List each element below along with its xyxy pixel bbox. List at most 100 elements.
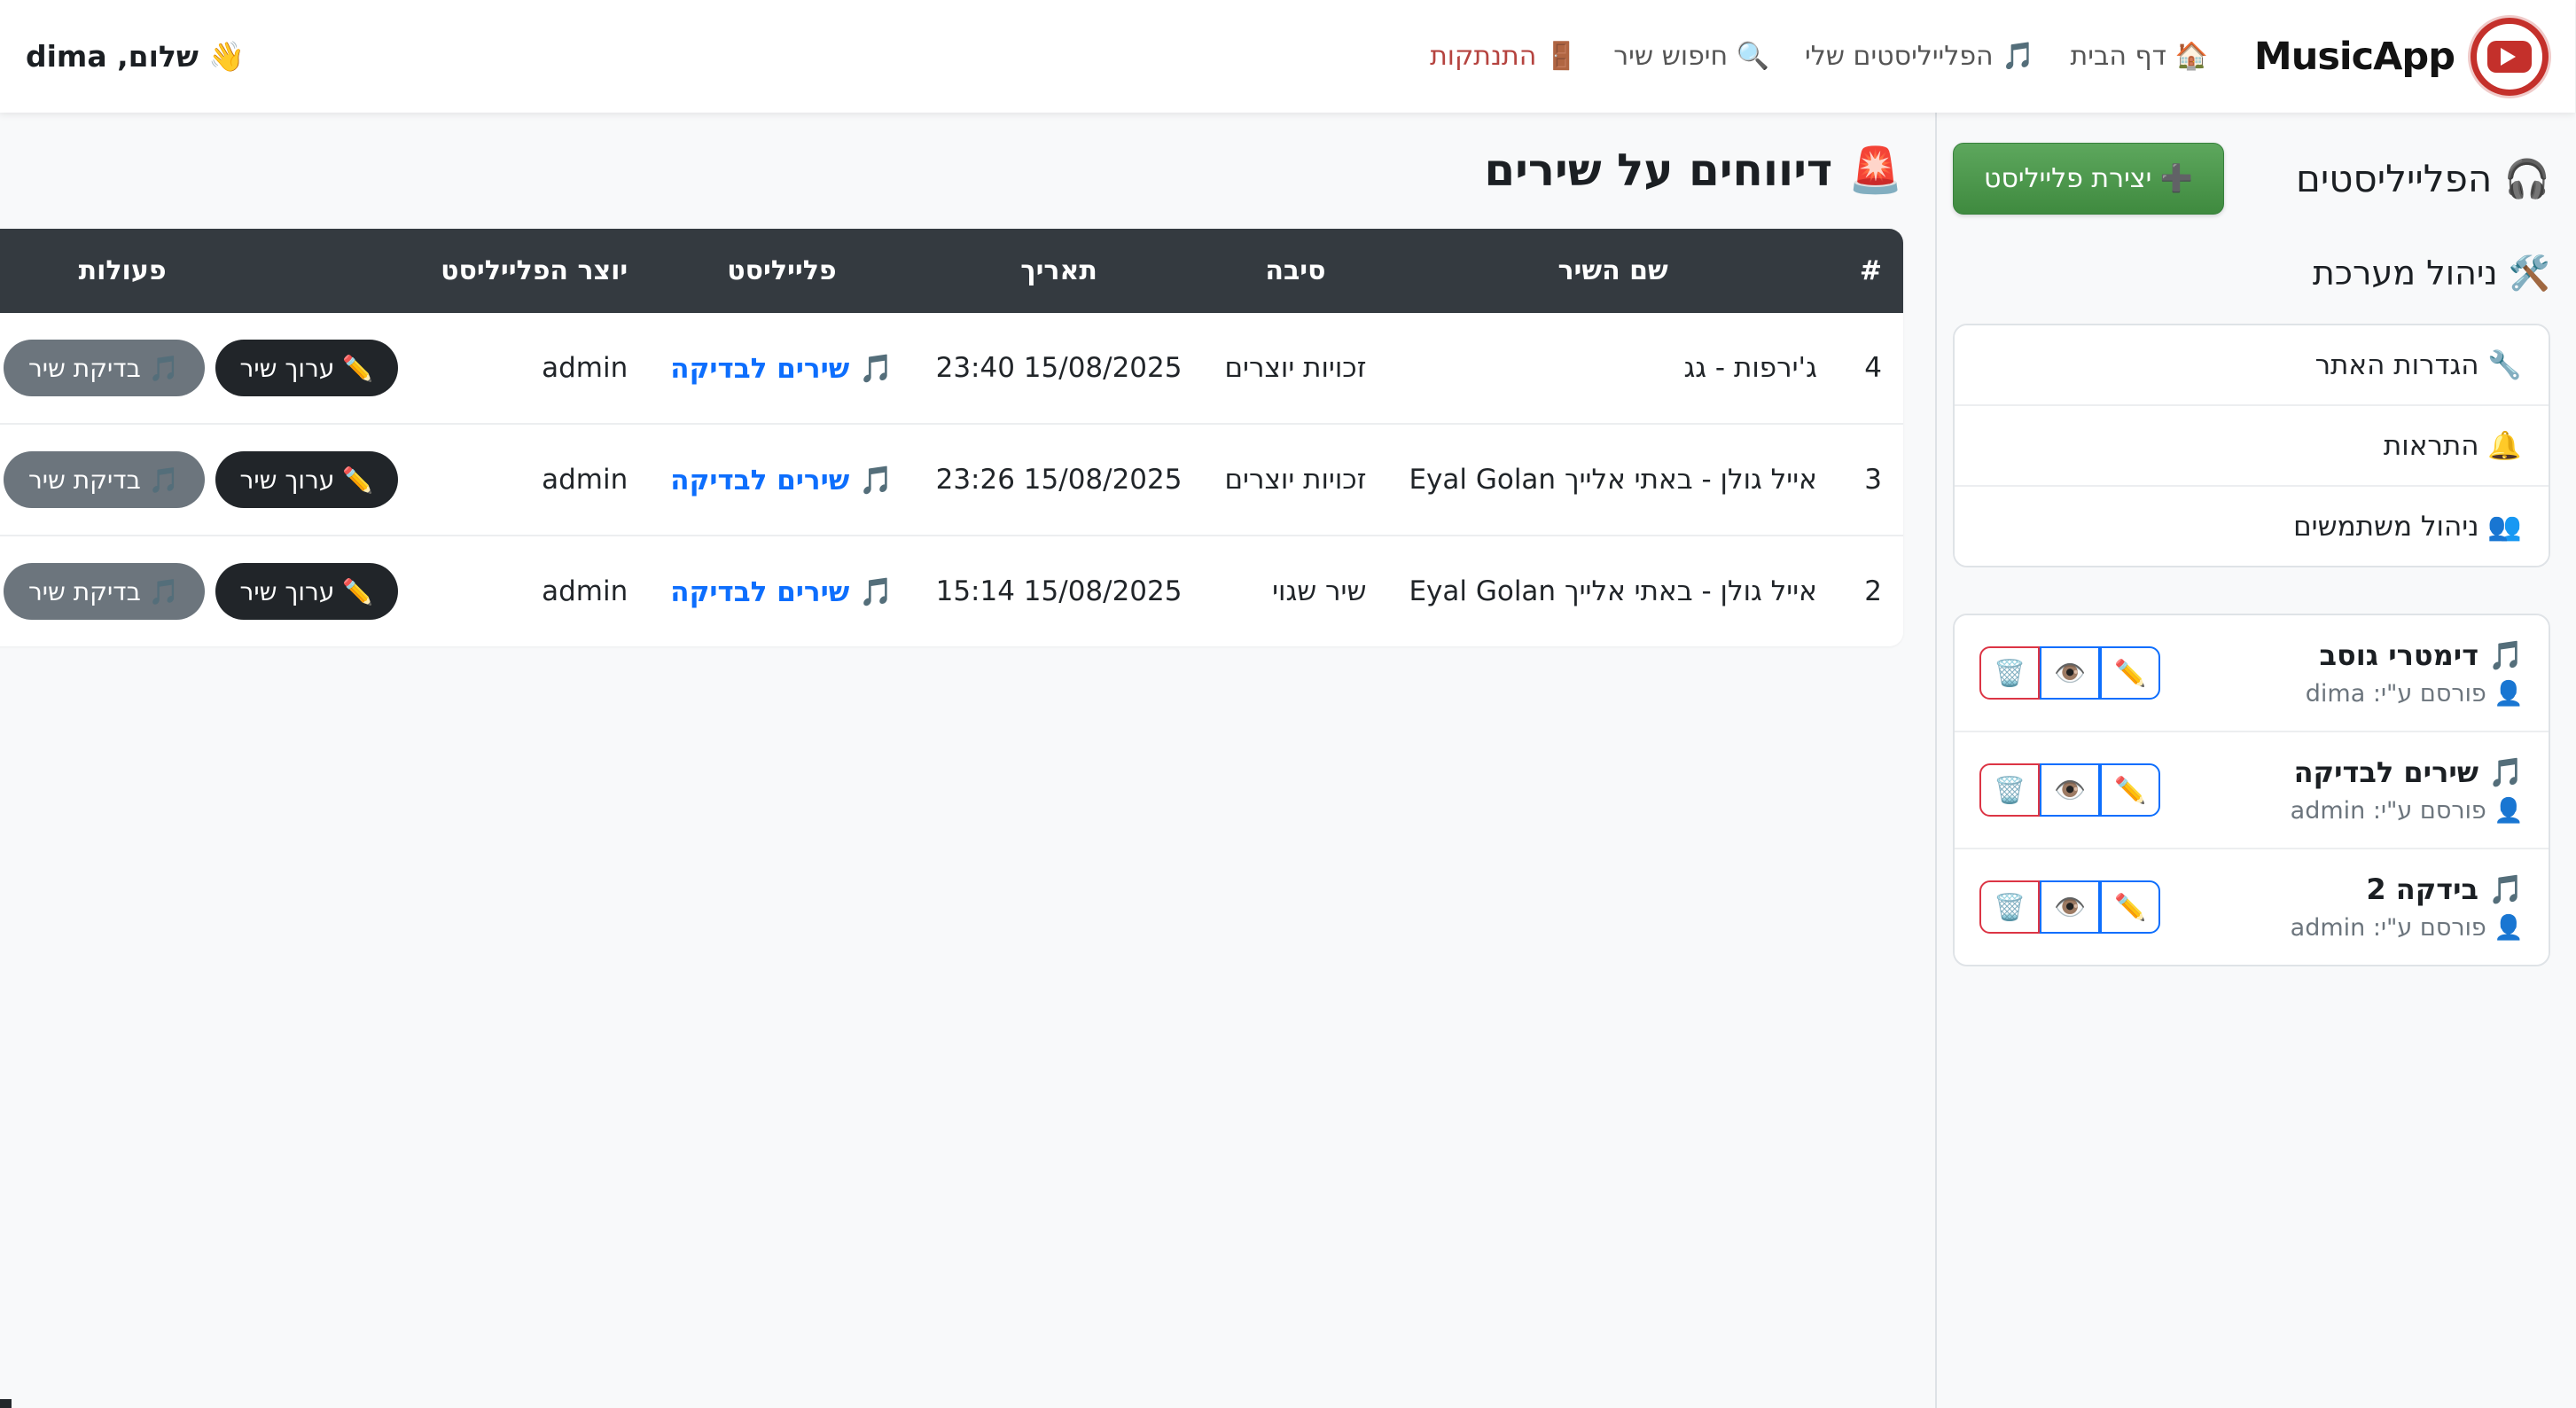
playlists-heading: 🎧 הפלייליסטים — [2297, 157, 2551, 201]
play-icon — [2502, 48, 2517, 66]
report-creator: admin — [420, 313, 650, 423]
view-playlist-button[interactable]: 👁️ — [2041, 763, 2101, 817]
nav-search-song-link[interactable]: 🔍 חיפוש שיר — [1614, 41, 1770, 72]
table-header-row: # שם השיר סיבה תאריך פלייליסט יוצר הפליי… — [0, 229, 1904, 313]
playlist-info: 🎵 שירים לבדיקה 👤 פורסם ע"י: admin — [2291, 755, 2525, 825]
check-song-button[interactable]: 🎵 בדיקת שיר — [4, 563, 206, 620]
playlist-publisher: 👤 פורסם ע"י: admin — [2291, 913, 2525, 942]
menu-item-site-settings[interactable]: 🔧 הגדרות האתר — [1955, 325, 2549, 404]
playlist-actions: 🗑️ 👁️ ✏️ — [1980, 763, 2161, 817]
edit-playlist-button[interactable]: ✏️ — [2101, 646, 2161, 700]
menu-item-alerts[interactable]: 🔔 התראות — [1955, 404, 2549, 485]
playlist-link[interactable]: 🎵 שירים לבדיקה — [671, 353, 894, 385]
reports-table-card: # שם השיר סיבה תאריך פלייליסט יוצר הפליי… — [0, 229, 1904, 646]
app-logo-icon — [2471, 18, 2549, 96]
report-playlist-cell: 🎵 שירים לבדיקה — [650, 535, 915, 646]
report-number: 3 — [1839, 423, 1904, 535]
pencil-icon: ✏️ — [2115, 892, 2147, 923]
playlist-title[interactable]: 🎵 דימטרי גוסב — [2307, 638, 2525, 672]
eye-icon: 👁️ — [2055, 892, 2087, 923]
page-title: 🚨 דיווחים על שירים — [0, 145, 1904, 197]
header-date: תאריך — [916, 229, 1205, 313]
pencil-icon: ✏️ — [2115, 658, 2147, 689]
report-date: 15:14 15/08/2025 — [916, 535, 1205, 646]
edit-song-button[interactable]: ✏️ ערוך שיר — [216, 563, 400, 620]
delete-playlist-button[interactable]: 🗑️ — [1980, 763, 2041, 817]
brand[interactable]: MusicApp — [2255, 18, 2549, 96]
report-reason: זכויות יוצרים — [1204, 313, 1388, 423]
playlist-list-card: 🎵 דימטרי גוסב 👤 פורסם ע"י: dima 🗑️ 👁️ ✏️… — [1954, 614, 2551, 966]
trash-icon: 🗑️ — [1994, 775, 2026, 806]
navbar-right-group: MusicApp 🏠 דף הבית 🎵 הפלייליסטים שלי 🔍 ח… — [1431, 18, 2549, 96]
report-actions: ✏️ ערוך שיר 🎵 בדיקת שיר ✅ טופל — [0, 451, 399, 508]
playlist-actions: 🗑️ 👁️ ✏️ — [1980, 880, 2161, 934]
header-reason: סיבה — [1204, 229, 1388, 313]
admin-menu-card: 🔧 הגדרות האתר 🔔 התראות 👥 ניהול משתמשים — [1954, 324, 2551, 567]
playlist-publisher: 👤 פורסם ע"י: dima — [2307, 679, 2525, 708]
user-greeting: 👋 שלום, dima — [27, 39, 246, 74]
create-playlist-button[interactable]: ➕ יצירת פלייליסט — [1954, 143, 2225, 215]
nav-logout-link[interactable]: 🚪 התנתקות — [1431, 41, 1579, 72]
playlist-item: 🎵 דימטרי גוסב 👤 פורסם ע"י: dima 🗑️ 👁️ ✏️ — [1955, 615, 2549, 731]
report-number: 4 — [1839, 313, 1904, 423]
report-playlist-cell: 🎵 שירים לבדיקה — [650, 313, 915, 423]
view-playlist-button[interactable]: 👁️ — [2041, 880, 2101, 934]
header-playlist-creator: יוצר הפלייליסט — [420, 229, 650, 313]
playlist-title[interactable]: 🎵 בידקה 2 — [2291, 872, 2525, 906]
report-actions: ✏️ ערוך שיר 🎵 בדיקת שיר ✅ טופל — [0, 340, 399, 396]
playlist-info: 🎵 דימטרי גוסב 👤 פורסם ע"י: dima — [2307, 638, 2525, 708]
footer-edge — [0, 1399, 12, 1408]
navbar: MusicApp 🏠 דף הבית 🎵 הפלייליסטים שלי 🔍 ח… — [0, 0, 2576, 113]
edit-playlist-button[interactable]: ✏️ — [2101, 880, 2161, 934]
playlist-title[interactable]: 🎵 שירים לבדיקה — [2291, 755, 2525, 789]
report-row: 4 ג'ירפות - גג זכויות יוצרים 23:40 15/08… — [0, 313, 1904, 423]
brand-title: MusicApp — [2255, 35, 2455, 79]
check-song-button[interactable]: 🎵 בדיקת שיר — [4, 451, 206, 508]
pencil-icon: ✏️ — [2115, 775, 2147, 806]
edit-playlist-button[interactable]: ✏️ — [2101, 763, 2161, 817]
edit-song-button[interactable]: ✏️ ערוך שיר — [216, 340, 400, 396]
report-song-name: אייל גולן - באתי אלייך Eyal Golan — [1388, 423, 1838, 535]
report-row: 3 אייל גולן - באתי אלייך Eyal Golan זכוי… — [0, 423, 1904, 535]
report-creator: admin — [420, 535, 650, 646]
playlist-link[interactable]: 🎵 שירים לבדיקה — [671, 465, 894, 497]
playlist-item: 🎵 שירים לבדיקה 👤 פורסם ע"י: admin 🗑️ 👁️ … — [1955, 731, 2549, 848]
playlist-actions: 🗑️ 👁️ ✏️ — [1980, 646, 2161, 700]
report-actions: ✏️ ערוך שיר 🎵 בדיקת שיר ✅ טופל — [0, 563, 399, 620]
eye-icon: 👁️ — [2055, 658, 2087, 689]
menu-item-user-management[interactable]: 👥 ניהול משתמשים — [1955, 485, 2549, 566]
check-song-button[interactable]: 🎵 בדיקת שיר — [4, 340, 206, 396]
header-playlist: פלייליסט — [650, 229, 915, 313]
nav-home-link[interactable]: 🏠 דף הבית — [2072, 41, 2209, 72]
eye-icon: 👁️ — [2055, 775, 2087, 806]
report-date: 23:26 15/08/2025 — [916, 423, 1205, 535]
report-playlist-cell: 🎵 שירים לבדיקה — [650, 423, 915, 535]
playlist-info: 🎵 בידקה 2 👤 פורסם ע"י: admin — [2291, 872, 2525, 942]
playlist-item: 🎵 בידקה 2 👤 פורסם ע"י: admin 🗑️ 👁️ ✏️ — [1955, 848, 2549, 965]
edit-song-button[interactable]: ✏️ ערוך שיר — [216, 451, 400, 508]
main-content: 🚨 דיווחים על שירים # שם השיר סיבה תאריך … — [0, 113, 1936, 1408]
sidebar-header-row: 🎧 הפלייליסטים ➕ יצירת פלייליסט — [1954, 143, 2551, 215]
delete-playlist-button[interactable]: 🗑️ — [1980, 646, 2041, 700]
playlist-publisher: 👤 פורסם ע"י: admin — [2291, 796, 2525, 825]
main-layout: 🎧 הפלייליסטים ➕ יצירת פלייליסט 🛠️ ניהול … — [0, 113, 2576, 1408]
view-playlist-button[interactable]: 👁️ — [2041, 646, 2101, 700]
report-date: 23:40 15/08/2025 — [916, 313, 1205, 423]
playlist-link[interactable]: 🎵 שירים לבדיקה — [671, 576, 894, 608]
report-reason: זכויות יוצרים — [1204, 423, 1388, 535]
report-number: 2 — [1839, 535, 1904, 646]
report-song-name: ג'ירפות - גג — [1388, 313, 1838, 423]
nav-links: 🏠 דף הבית 🎵 הפלייליסטים שלי 🔍 חיפוש שיר … — [1431, 41, 2209, 72]
sidebar: 🎧 הפלייליסטים ➕ יצירת פלייליסט 🛠️ ניהול … — [1936, 113, 2576, 1408]
header-actions: פעולות — [0, 229, 420, 313]
header-song-name: שם השיר — [1388, 229, 1838, 313]
trash-icon: 🗑️ — [1994, 658, 2026, 689]
trash-icon: 🗑️ — [1994, 892, 2026, 923]
reports-table: # שם השיר סיבה תאריך פלייליסט יוצר הפליי… — [0, 229, 1904, 646]
header-number: # — [1839, 229, 1904, 313]
report-song-name: אייל גולן - באתי אלייך Eyal Golan — [1388, 535, 1838, 646]
report-row: 2 אייל גולן - באתי אלייך Eyal Golan שיר … — [0, 535, 1904, 646]
delete-playlist-button[interactable]: 🗑️ — [1980, 880, 2041, 934]
nav-my-playlists-link[interactable]: 🎵 הפלייליסטים שלי — [1806, 41, 2036, 72]
system-admin-heading: 🛠️ ניהול מערכת — [1954, 254, 2551, 293]
